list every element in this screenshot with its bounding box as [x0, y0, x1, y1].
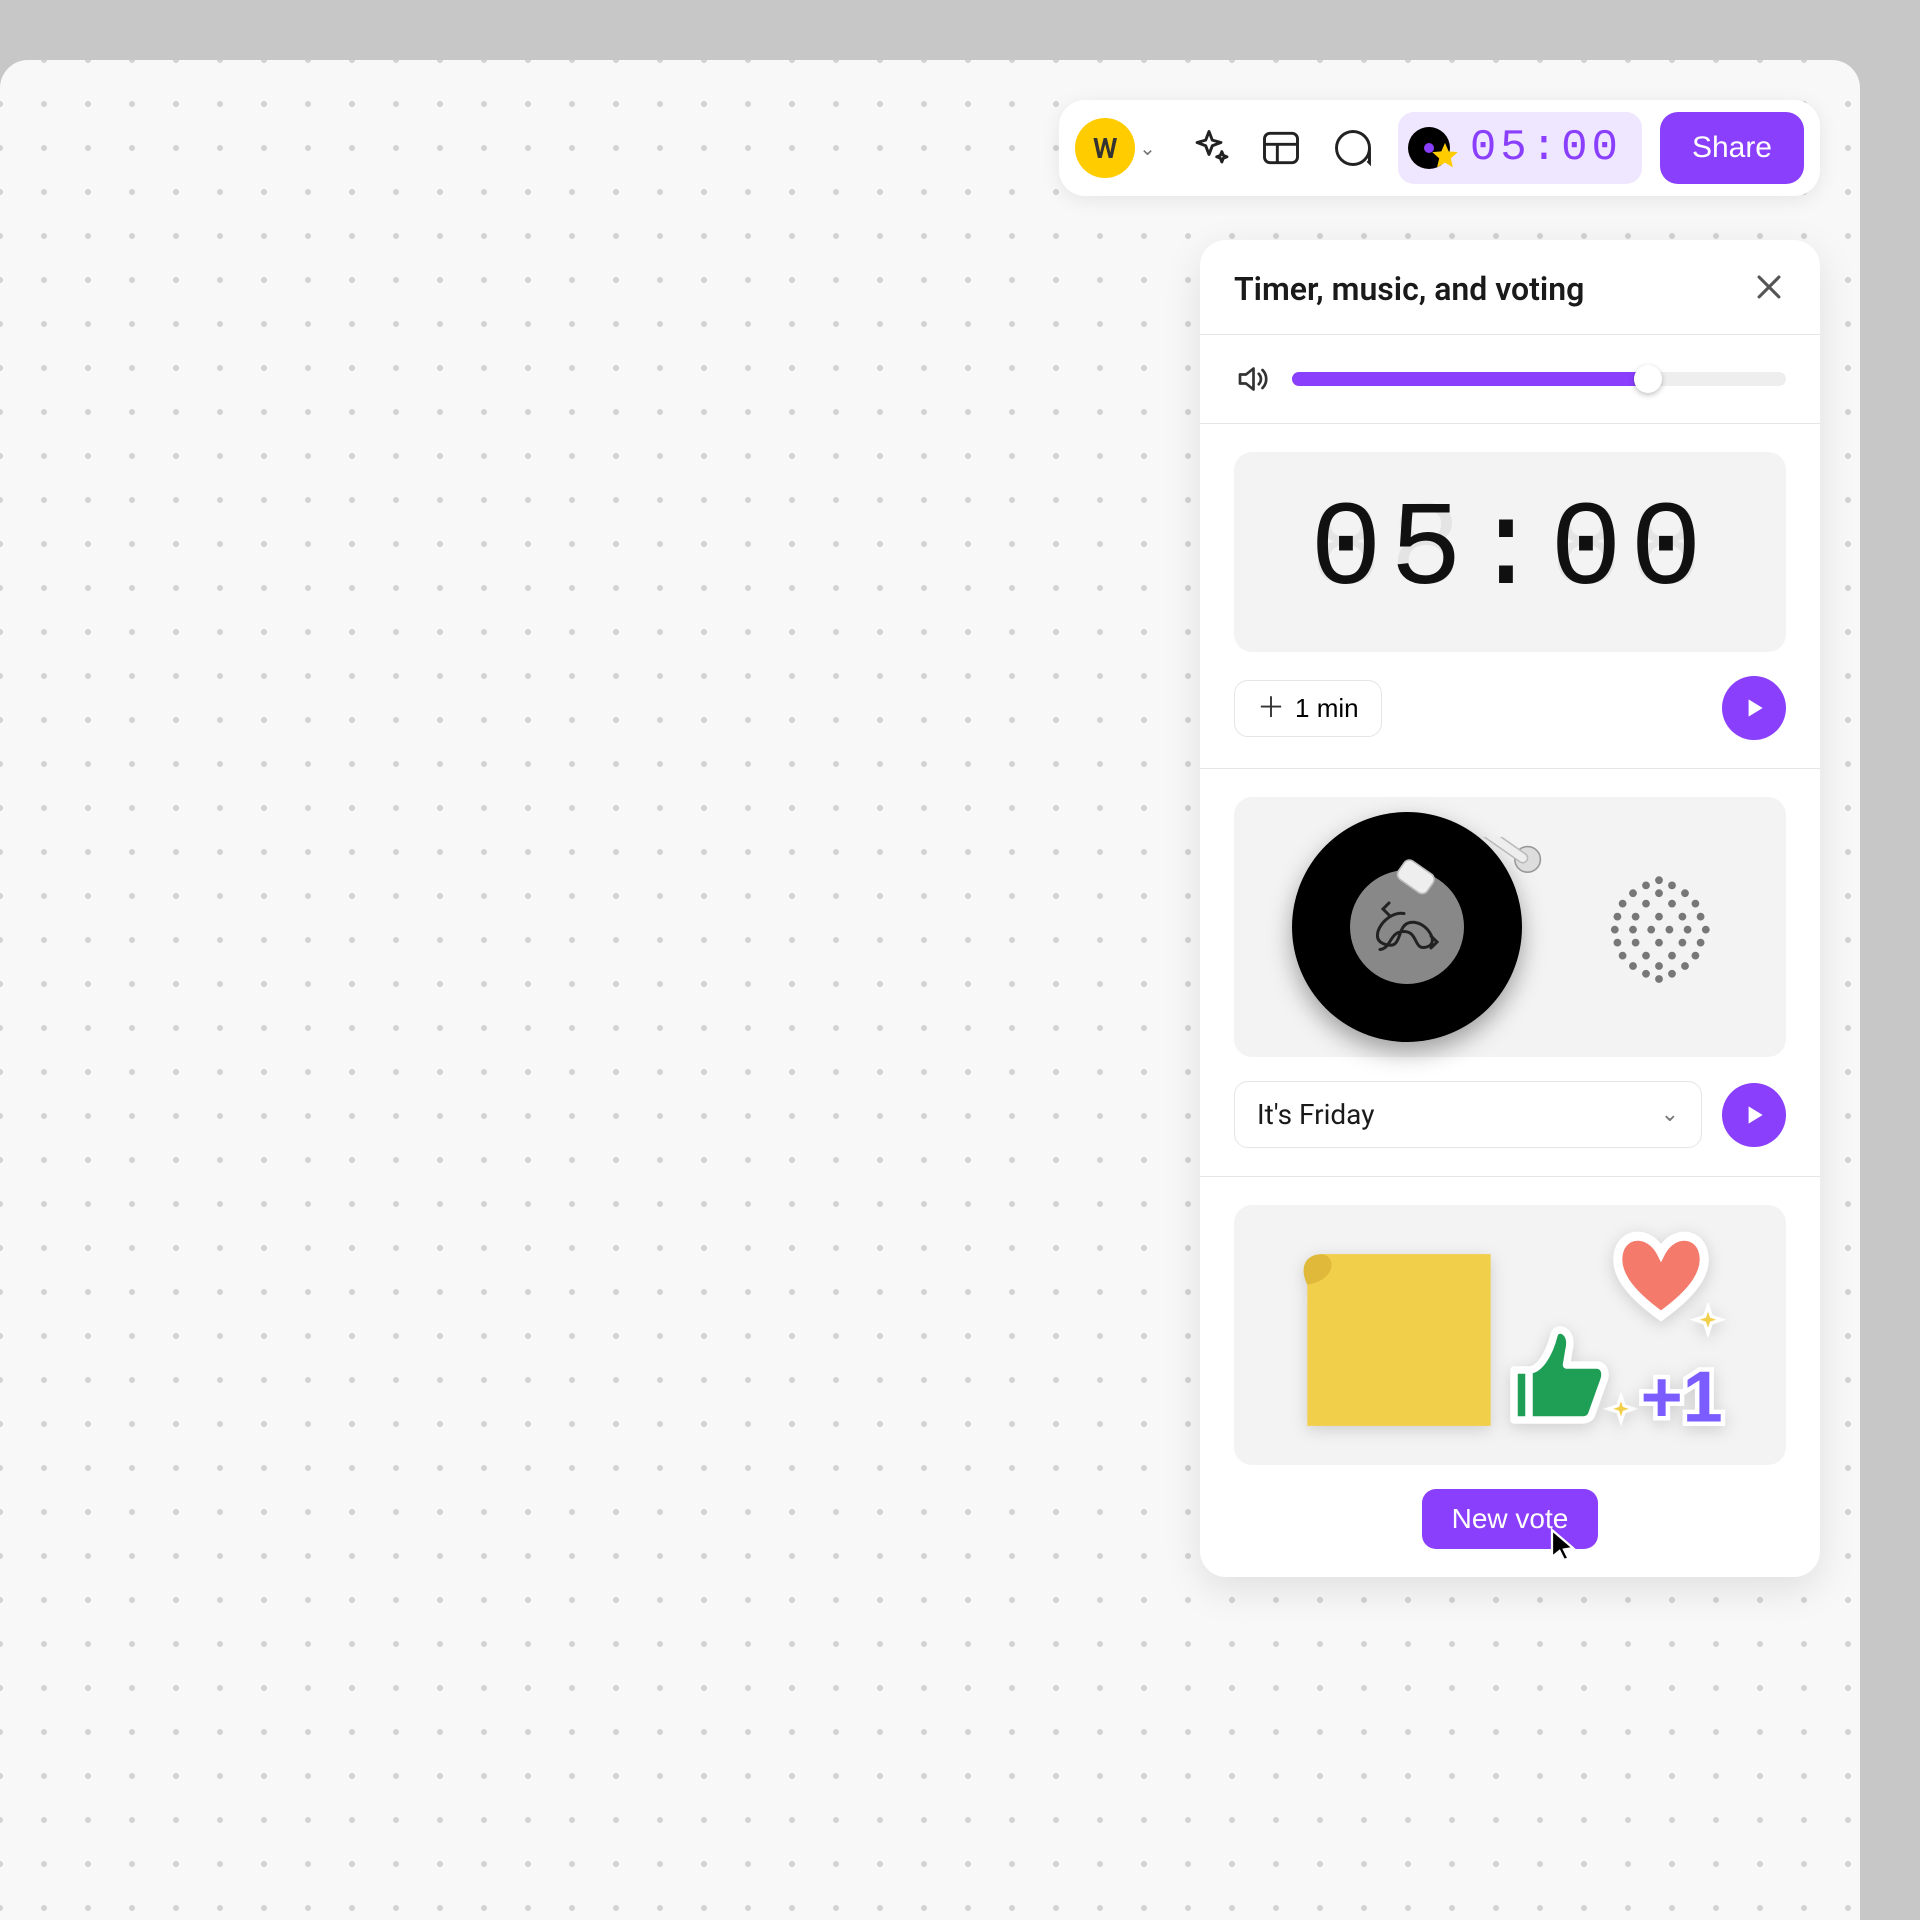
user-menu[interactable]: W ⌄	[1075, 118, 1164, 178]
music-play-button[interactable]	[1722, 1083, 1786, 1147]
volume-slider[interactable]	[1292, 372, 1786, 386]
timer-play-button[interactable]	[1722, 676, 1786, 740]
slider-thumb[interactable]	[1634, 365, 1662, 393]
scribble-icon	[1362, 882, 1452, 972]
layout-icon[interactable]	[1254, 121, 1308, 175]
play-icon	[1741, 695, 1767, 721]
chevron-down-icon: ⌄	[1661, 1102, 1679, 1127]
speaker-icon	[1589, 857, 1729, 997]
timer-panel: Timer, music, and voting 88:88 05:00 ＋ 1…	[1200, 240, 1820, 1577]
add-minute-label: 1 min	[1295, 693, 1359, 724]
share-button[interactable]: Share	[1660, 112, 1804, 184]
avatar: W	[1075, 118, 1135, 178]
timer-display[interactable]: 88:88 05:00	[1234, 452, 1786, 652]
sparkle-icon	[1688, 1303, 1728, 1343]
sticky-note-icon	[1284, 1235, 1514, 1445]
music-section: It's Friday ⌄	[1200, 769, 1820, 1177]
panel-title: Timer, music, and voting	[1234, 270, 1584, 308]
plus-icon: ＋	[1257, 694, 1285, 722]
cursor-icon	[1546, 1527, 1582, 1563]
voting-section: +1 New vote	[1200, 1177, 1820, 1577]
timer-pill-time: 05:00	[1470, 123, 1622, 173]
volume-icon	[1234, 361, 1270, 397]
voting-preview: +1	[1234, 1205, 1786, 1465]
vinyl-record-icon	[1292, 812, 1522, 1042]
timer-pill-badge	[1408, 124, 1456, 172]
chevron-down-icon: ⌄	[1139, 136, 1156, 160]
star-icon	[1428, 140, 1462, 174]
plus-one-icon: +1	[1636, 1353, 1746, 1443]
timer-pill[interactable]: 05:00	[1398, 112, 1642, 184]
sparkle-icon[interactable]	[1182, 121, 1236, 175]
svg-text:+1: +1	[1641, 1357, 1723, 1437]
chat-icon[interactable]	[1326, 121, 1380, 175]
top-toolbar: W ⌄ 05:00 Share	[1059, 100, 1820, 196]
track-select[interactable]: It's Friday ⌄	[1234, 1081, 1702, 1148]
thumbs-up-icon	[1494, 1315, 1614, 1435]
add-minute-chip[interactable]: ＋ 1 min	[1234, 680, 1382, 737]
timer-section: 88:88 05:00 ＋ 1 min	[1200, 424, 1820, 769]
avatar-initial: W	[1093, 132, 1118, 165]
sparkle-icon	[1602, 1393, 1640, 1431]
track-name: It's Friday	[1257, 1098, 1374, 1131]
close-icon[interactable]	[1752, 270, 1786, 308]
record-player	[1234, 797, 1786, 1057]
play-icon	[1741, 1102, 1767, 1128]
volume-row	[1200, 335, 1820, 424]
